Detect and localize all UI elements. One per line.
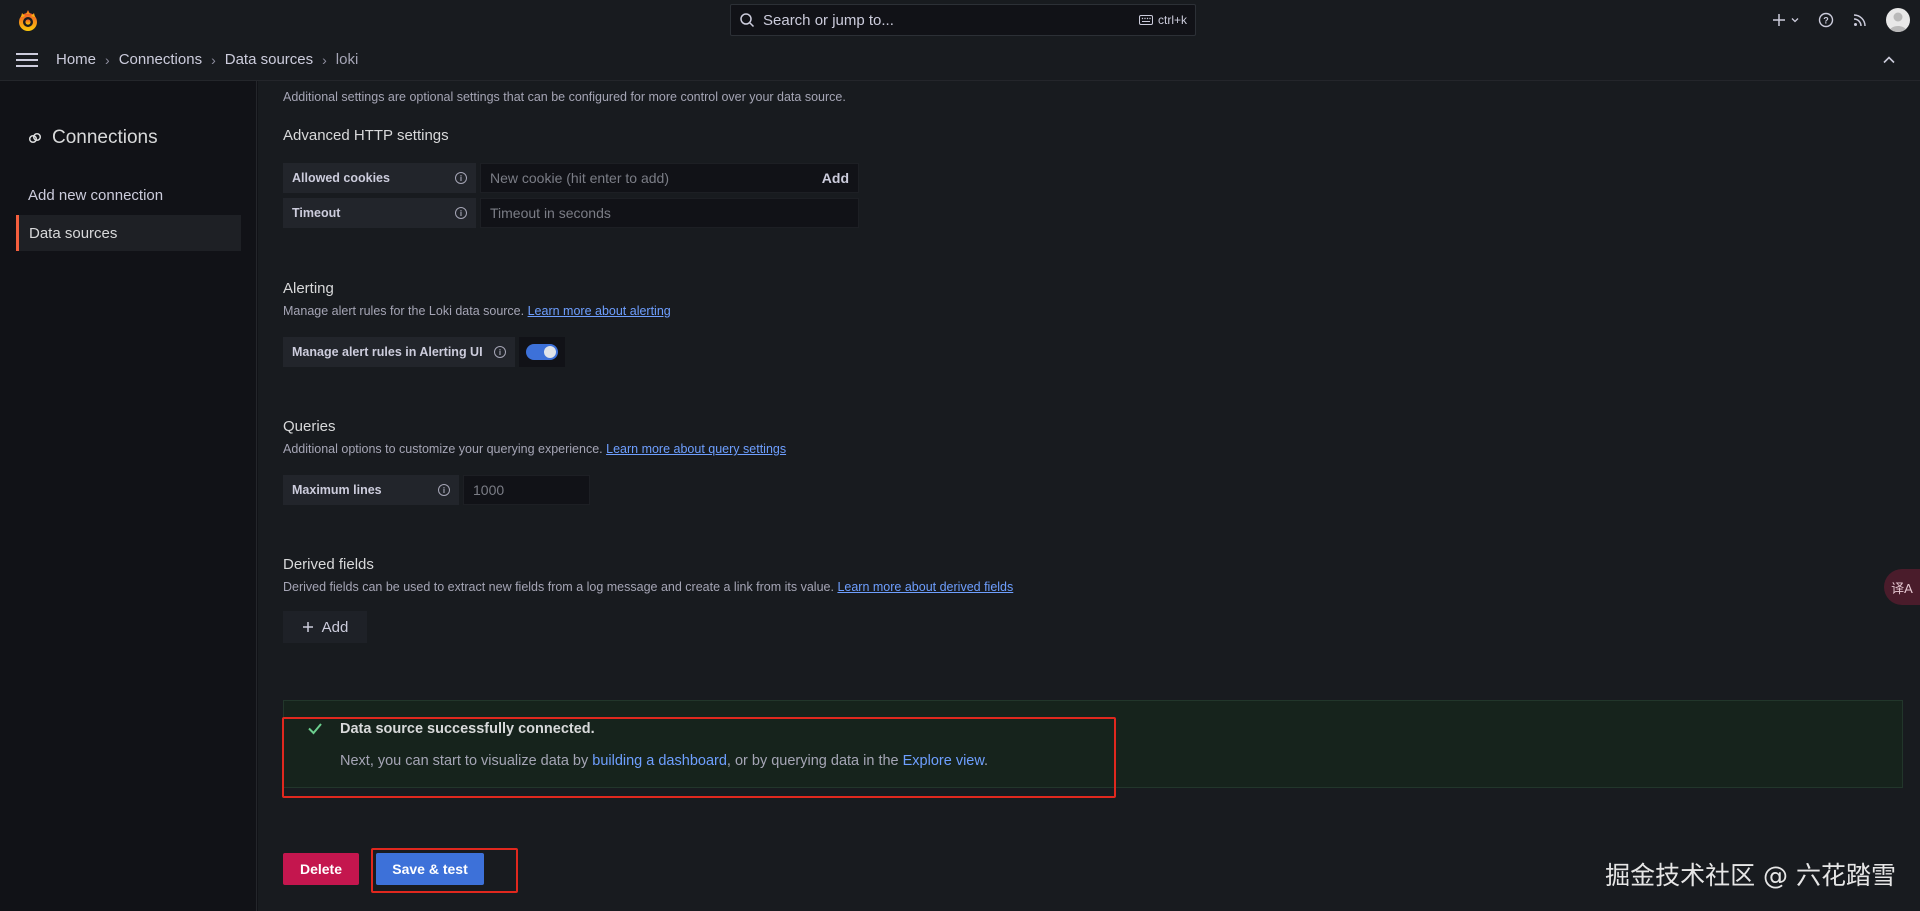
- info-icon[interactable]: i: [438, 484, 450, 496]
- sidebar-item-label: Data sources: [29, 224, 118, 242]
- info-icon[interactable]: i: [455, 172, 467, 184]
- derived-fields-learn-more-link[interactable]: Learn more about derived fields: [837, 580, 1013, 594]
- keyboard-shortcut: ctrl+k: [1138, 13, 1187, 27]
- add-derived-field-label: Add: [321, 618, 349, 636]
- timeout-placeholder: Timeout in seconds: [490, 205, 611, 221]
- timeout-label-text: Timeout: [292, 206, 341, 220]
- search-bar[interactable]: Search or jump to... ctrl+k: [730, 4, 1196, 36]
- plus-icon: [1773, 14, 1785, 26]
- alerting-description-text: Manage alert rules for the Loki data sou…: [283, 304, 525, 318]
- sidebar: Connections Add new connection Data sour…: [0, 81, 257, 911]
- top-bar: Search or jump to... ctrl+k ?: [0, 0, 1920, 40]
- allowed-cookies-row: Allowed cookies i New cookie (hit enter …: [283, 163, 859, 193]
- shortcut-text: ctrl+k: [1157, 13, 1187, 27]
- alerting-toggle-label: Manage alert rules in Alerting UI i: [283, 337, 515, 367]
- svg-text:?: ?: [1823, 16, 1829, 26]
- advanced-http-heading: Advanced HTTP settings: [283, 127, 449, 144]
- keyboard-icon: [1138, 15, 1153, 25]
- additional-settings-description: Additional settings are optional setting…: [283, 90, 846, 104]
- search-icon: [740, 13, 755, 28]
- alerting-description: Manage alert rules for the Loki data sou…: [283, 304, 671, 318]
- highlight-frame-alert: [282, 717, 1116, 798]
- breadcrumb-home[interactable]: Home: [56, 51, 96, 68]
- sidebar-item-add-new-connection[interactable]: Add new connection: [16, 177, 241, 213]
- watermark: 掘金技术社区 @ 六花踏雪: [1605, 861, 1896, 890]
- breadcrumb-bar: Home › Connections › Data sources › loki: [0, 40, 1920, 81]
- info-icon[interactable]: i: [455, 207, 467, 219]
- highlight-frame-save: [371, 848, 518, 893]
- maximum-lines-row: Maximum lines i 1000: [283, 475, 590, 505]
- add-derived-field-button[interactable]: Add: [283, 611, 367, 643]
- sidebar-title: Connections: [28, 127, 158, 149]
- search-placeholder: Search or jump to...: [763, 11, 894, 29]
- timeout-input[interactable]: Timeout in seconds: [480, 198, 859, 228]
- chevron-down-icon: [1791, 18, 1799, 23]
- allowed-cookies-label: Allowed cookies i: [283, 163, 476, 193]
- alerting-toggle-container: [519, 337, 565, 367]
- breadcrumb-current: loki: [335, 51, 359, 68]
- sidebar-title-text: Connections: [52, 127, 158, 148]
- add-cookie-button[interactable]: Add: [822, 170, 849, 186]
- timeout-label: Timeout i: [283, 198, 476, 228]
- derived-fields-description: Derived fields can be used to extract ne…: [283, 580, 1013, 594]
- maximum-lines-input[interactable]: 1000: [463, 475, 590, 505]
- new-menu-button[interactable]: [1772, 13, 1800, 27]
- maximum-lines-label-text: Maximum lines: [292, 483, 382, 497]
- grafana-logo-icon[interactable]: [16, 9, 40, 33]
- derived-fields-description-text: Derived fields can be used to extract ne…: [283, 580, 834, 594]
- alerting-ui-toggle[interactable]: [526, 344, 558, 360]
- allowed-cookies-placeholder: New cookie (hit enter to add): [490, 170, 669, 186]
- timeout-row: Timeout i Timeout in seconds: [283, 198, 859, 228]
- translate-icon[interactable]: 译A: [1884, 569, 1920, 605]
- allowed-cookies-input[interactable]: New cookie (hit enter to add) Add: [480, 163, 859, 193]
- chevron-up-icon[interactable]: [1882, 53, 1896, 67]
- breadcrumb-connections[interactable]: Connections: [119, 51, 202, 68]
- top-right-actions: ?: [1772, 6, 1910, 34]
- queries-heading: Queries: [283, 418, 336, 435]
- info-icon[interactable]: i: [494, 346, 506, 358]
- breadcrumb-separator-icon: ›: [105, 51, 110, 68]
- sidebar-item-label: Add new connection: [28, 186, 164, 204]
- sidebar-item-data-sources[interactable]: Data sources: [16, 215, 241, 251]
- alerting-toggle-row: Manage alert rules in Alerting UI i: [283, 337, 565, 367]
- user-silhouette-icon: [1889, 12, 1907, 32]
- user-avatar[interactable]: [1886, 8, 1910, 32]
- breadcrumb-data-sources[interactable]: Data sources: [225, 51, 313, 68]
- scrollbar[interactable]: [1912, 81, 1920, 911]
- delete-button[interactable]: Delete: [283, 853, 359, 885]
- alerting-learn-more-link[interactable]: Learn more about alerting: [528, 304, 671, 318]
- breadcrumb: Home › Connections › Data sources › loki: [56, 51, 358, 68]
- queries-description: Additional options to customize your que…: [283, 442, 786, 456]
- breadcrumb-separator-icon: ›: [322, 51, 327, 68]
- maximum-lines-placeholder: 1000: [473, 482, 505, 498]
- allowed-cookies-label-text: Allowed cookies: [292, 171, 390, 185]
- link-icon: [28, 132, 42, 144]
- breadcrumb-separator-icon: ›: [211, 51, 216, 68]
- derived-fields-heading: Derived fields: [283, 556, 374, 573]
- alerting-toggle-label-text: Manage alert rules in Alerting UI: [292, 345, 483, 359]
- hamburger-menu-icon[interactable]: [16, 52, 38, 68]
- help-icon[interactable]: ?: [1818, 12, 1834, 28]
- news-feed-icon[interactable]: [1852, 12, 1868, 28]
- main-content: Additional settings are optional setting…: [258, 81, 1920, 911]
- queries-description-text: Additional options to customize your que…: [283, 442, 603, 456]
- maximum-lines-label: Maximum lines i: [283, 475, 459, 505]
- queries-learn-more-link[interactable]: Learn more about query settings: [606, 442, 786, 456]
- plus-icon: [302, 622, 313, 632]
- alerting-heading: Alerting: [283, 280, 334, 297]
